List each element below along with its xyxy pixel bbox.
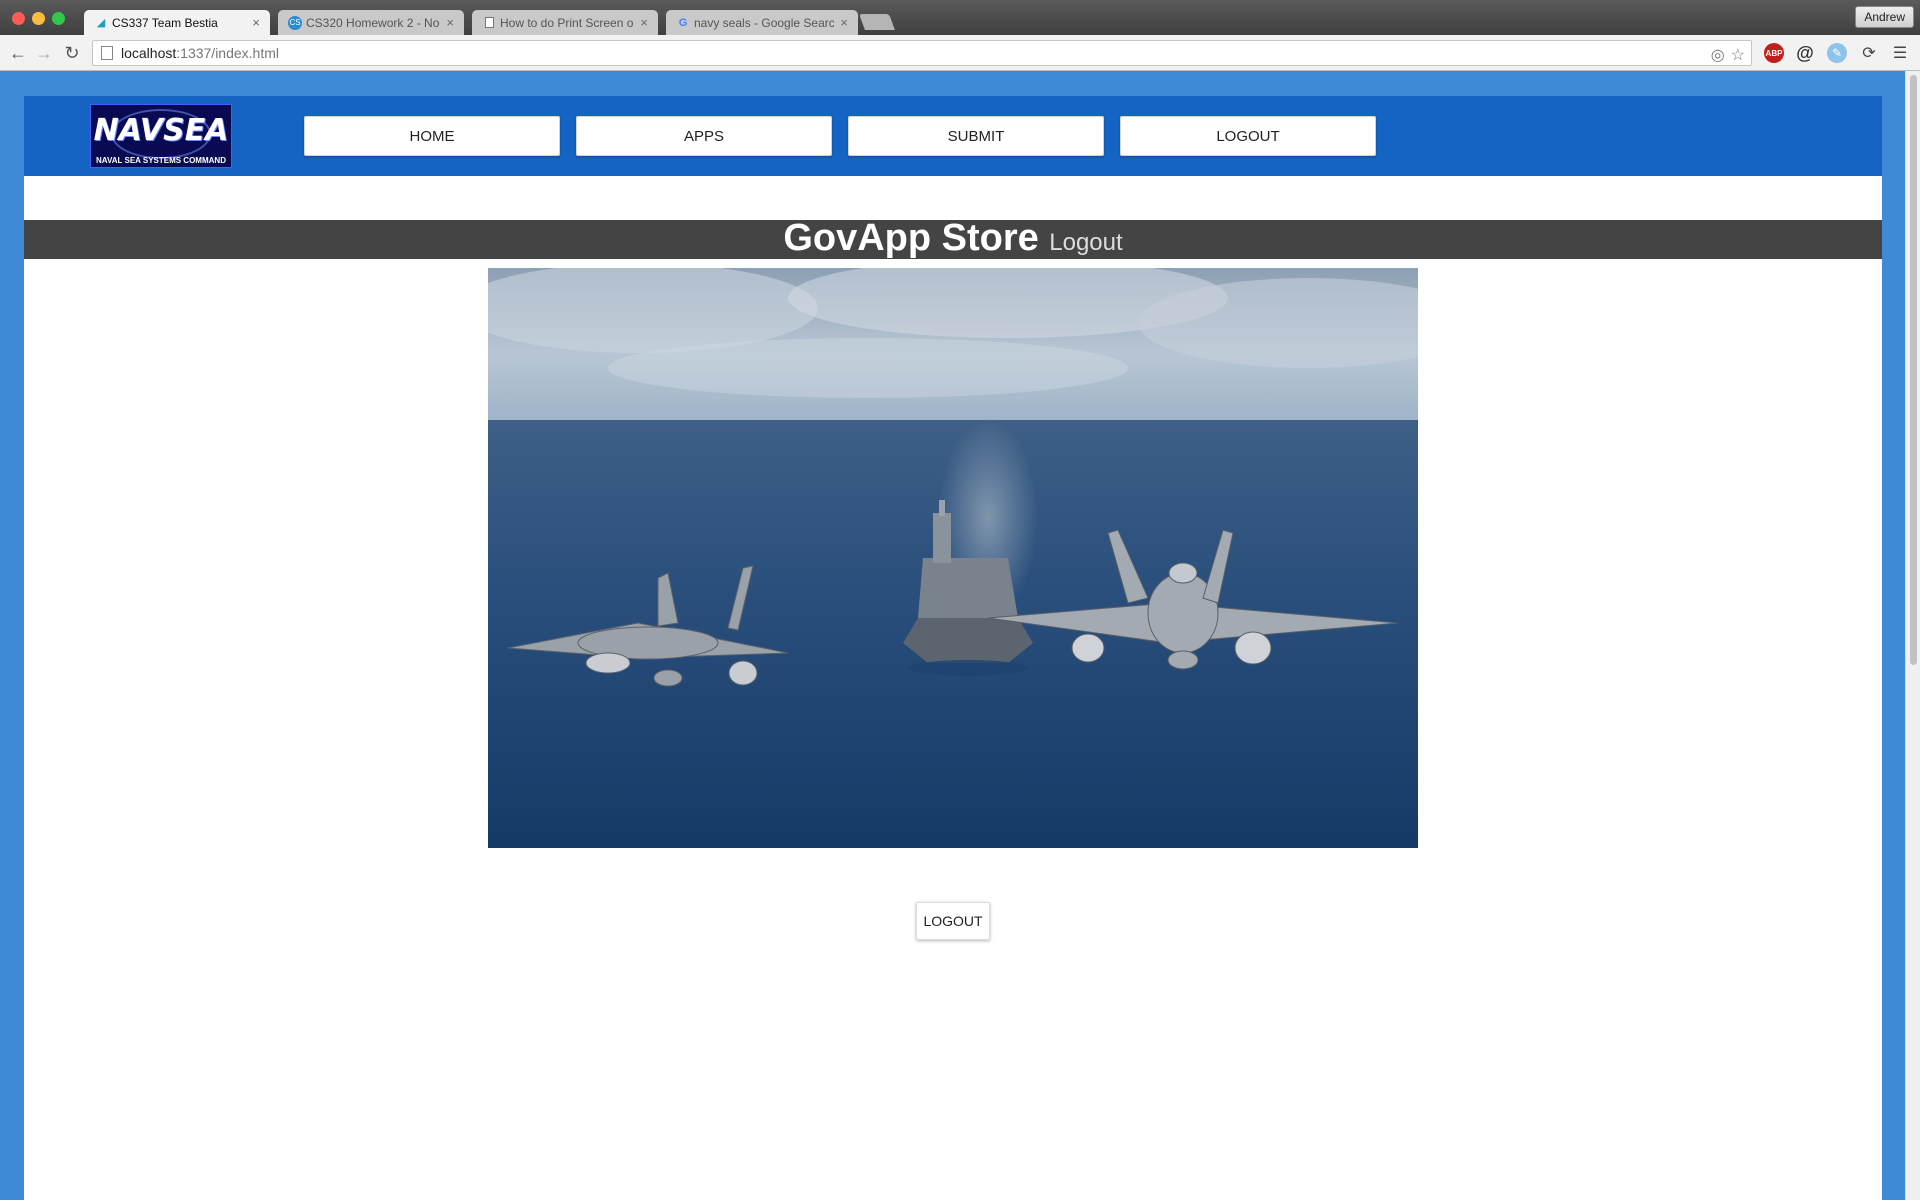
nav-logout-button[interactable]: LOGOUT: [1120, 116, 1376, 156]
window-zoom-button[interactable]: [52, 12, 65, 25]
window-minimize-button[interactable]: [32, 12, 45, 25]
target-icon[interactable]: ◎: [1711, 45, 1725, 65]
address-bar[interactable]: localhost:1337/index.html ◎ ☆: [92, 40, 1752, 66]
cs-logo-icon: CS: [288, 15, 302, 30]
nav-submit-button[interactable]: SUBMIT: [848, 116, 1104, 156]
back-arrow-icon[interactable]: ←: [6, 41, 30, 65]
logo-word: NAVSEA: [93, 113, 229, 148]
browser-tab-2[interactable]: How to do Print Screen on ×: [472, 10, 658, 35]
browser-tab-0[interactable]: ◢ CS337 Team Bestia ×: [84, 10, 270, 35]
page-title: GovApp Store: [783, 217, 1039, 259]
hero-illustration: [488, 268, 1418, 848]
forward-arrow-icon[interactable]: →: [32, 41, 56, 65]
google-icon: G: [678, 16, 688, 29]
window-close-button[interactable]: [12, 12, 25, 25]
feather-icon[interactable]: ✎: [1827, 43, 1847, 63]
tab-title: navy seals - Google Search: [694, 15, 835, 30]
browser-tab-3[interactable]: G navy seals - Google Search ×: [666, 10, 858, 35]
nav-apps-button[interactable]: APPS: [576, 116, 832, 156]
browser-toolbar: ← → ↻ localhost:1337/index.html ◎ ☆ ABP …: [0, 35, 1920, 71]
hero-image: [488, 268, 1418, 848]
browser-tab-strip: ◢ CS337 Team Bestia × CS CS320 Homework …: [0, 0, 1920, 35]
logo-subtitle: NAVAL SEA SYSTEMS COMMAND: [96, 156, 226, 165]
scrollbar-thumb[interactable]: [1910, 75, 1917, 665]
adblock-icon[interactable]: ABP: [1764, 43, 1784, 63]
navsea-logo[interactable]: NAVSEA NAVAL SEA SYSTEMS COMMAND: [90, 104, 232, 168]
triangle-logo-icon: ◢: [96, 17, 106, 29]
tab-close-icon[interactable]: ×: [446, 15, 454, 30]
site-header: NAVSEA NAVAL SEA SYSTEMS COMMAND HOME AP…: [24, 96, 1882, 176]
page-icon: [101, 46, 113, 60]
tab-title: CS320 Homework 2 - Noo: [306, 15, 441, 30]
title-bar: GovApp Store Logout: [24, 217, 1882, 259]
tab-close-icon[interactable]: ×: [640, 15, 648, 30]
menu-icon[interactable]: ☰: [1890, 43, 1910, 63]
nav-home-button[interactable]: HOME: [304, 116, 560, 156]
url-text: localhost:1337/index.html: [121, 45, 279, 61]
new-tab-button[interactable]: [859, 14, 895, 30]
page-content: NAVSEA NAVAL SEA SYSTEMS COMMAND HOME AP…: [24, 96, 1882, 1200]
browser-tab-1[interactable]: CS CS320 Homework 2 - Noo ×: [278, 10, 464, 35]
tab-title: How to do Print Screen on: [500, 15, 635, 30]
tab-close-icon[interactable]: ×: [252, 15, 260, 30]
tab-close-icon[interactable]: ×: [840, 15, 848, 30]
profile-button[interactable]: Andrew: [1855, 6, 1914, 28]
tab-title: CS337 Team Bestia: [112, 15, 218, 30]
page-scrollbar[interactable]: [1905, 71, 1920, 1200]
document-icon: [482, 16, 496, 30]
at-sign-icon[interactable]: @: [1795, 43, 1815, 63]
sync-icon[interactable]: ⟳: [1859, 43, 1879, 63]
reload-icon[interactable]: ↻: [60, 41, 84, 65]
title-logout-link[interactable]: Logout: [1049, 229, 1122, 256]
logout-button[interactable]: LOGOUT: [916, 902, 990, 940]
star-icon[interactable]: ☆: [1731, 45, 1745, 65]
